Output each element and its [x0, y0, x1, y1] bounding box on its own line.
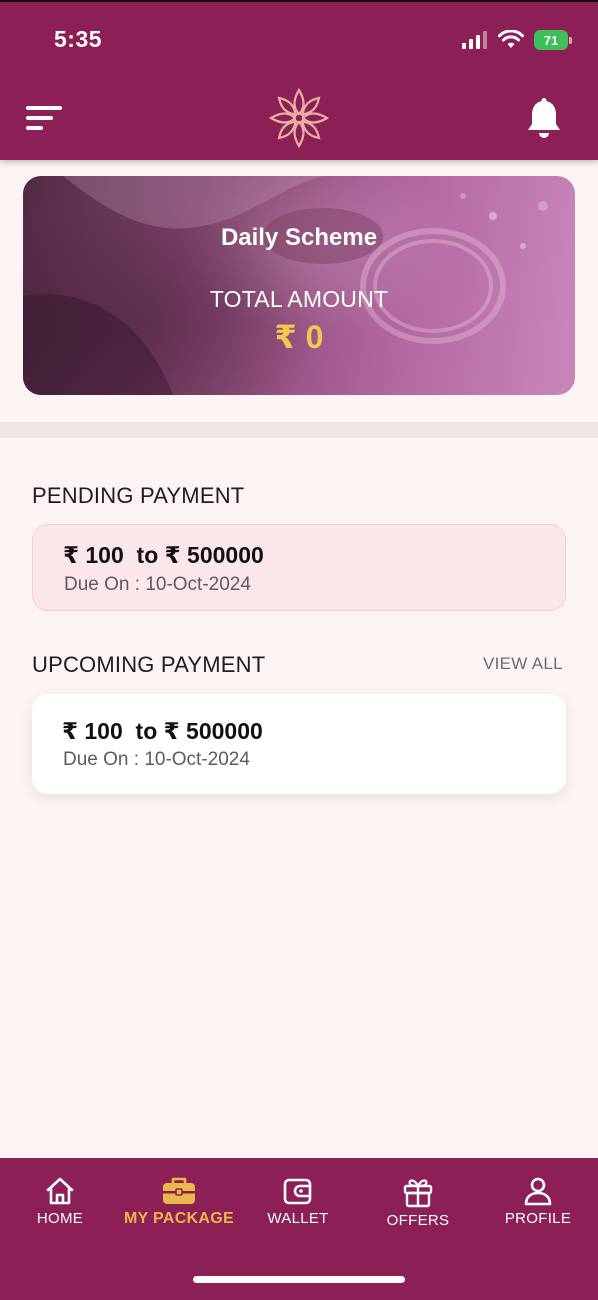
total-amount-value: ₹ 0: [274, 319, 324, 355]
pending-payment-card[interactable]: ₹ 100 to ₹ 500000 Due On : 10-Oct-2024: [32, 524, 566, 611]
nav-label-profile: PROFILE: [504, 1210, 572, 1227]
pending-payment-range: ₹ 100 to ₹ 500000: [63, 542, 264, 568]
wallet-icon: [283, 1178, 312, 1205]
notification-bell-icon[interactable]: [524, 96, 564, 140]
nav-item-profile[interactable]: PROFILE: [478, 1176, 598, 1227]
nav-label-offers: OFFERS: [386, 1212, 450, 1229]
upcoming-payment-card[interactable]: ₹ 100 to ₹ 500000 Due On : 10-Oct-2024: [32, 694, 566, 794]
gift-icon: [403, 1179, 433, 1208]
nav-item-home[interactable]: HOME: [0, 1176, 120, 1227]
cellular-signal-icon: [462, 31, 487, 49]
home-icon: [46, 1177, 74, 1205]
nav-item-wallet[interactable]: WALLET: [238, 1176, 358, 1227]
view-all-link[interactable]: VIEW ALL: [483, 654, 563, 674]
nav-label-home: HOME: [36, 1210, 84, 1227]
nav-item-my-package[interactable]: MY PACKAGE: [119, 1176, 239, 1228]
battery-indicator: 71: [534, 30, 572, 50]
brand-logo-flower-icon: [268, 87, 330, 149]
upcoming-payment-heading: UPCOMING PAYMENT: [32, 652, 266, 677]
wifi-icon: [498, 30, 524, 48]
battery-level: 71: [543, 32, 559, 48]
screen-frame-edge: [0, 0, 598, 2]
pending-payment-heading: PENDING PAYMENT: [32, 483, 245, 508]
menu-icon[interactable]: [24, 104, 64, 132]
upcoming-payment-range: ₹ 100 to ₹ 500000: [62, 718, 263, 744]
app-header: 5:35 71: [0, 0, 598, 160]
nav-label-wallet: WALLET: [267, 1210, 329, 1227]
upcoming-payment-due-date: Due On : 10-Oct-2024: [63, 749, 250, 770]
pending-payment-due-date: Due On : 10-Oct-2024: [64, 574, 251, 595]
home-indicator[interactable]: [193, 1276, 405, 1283]
scheme-name: Daily Scheme: [220, 224, 378, 251]
section-divider: [0, 422, 598, 438]
user-icon: [524, 1177, 552, 1206]
total-amount-label: TOTAL AMOUNT: [209, 286, 389, 312]
nav-item-offers[interactable]: OFFERS: [358, 1176, 478, 1229]
briefcase-icon: [163, 1177, 195, 1204]
scheme-banner[interactable]: Daily Scheme TOTAL AMOUNT ₹ 0: [23, 176, 575, 395]
status-indicators: 71: [462, 28, 572, 52]
status-time: 5:35: [54, 26, 103, 52]
nav-label-my-package: MY PACKAGE: [124, 1210, 234, 1227]
